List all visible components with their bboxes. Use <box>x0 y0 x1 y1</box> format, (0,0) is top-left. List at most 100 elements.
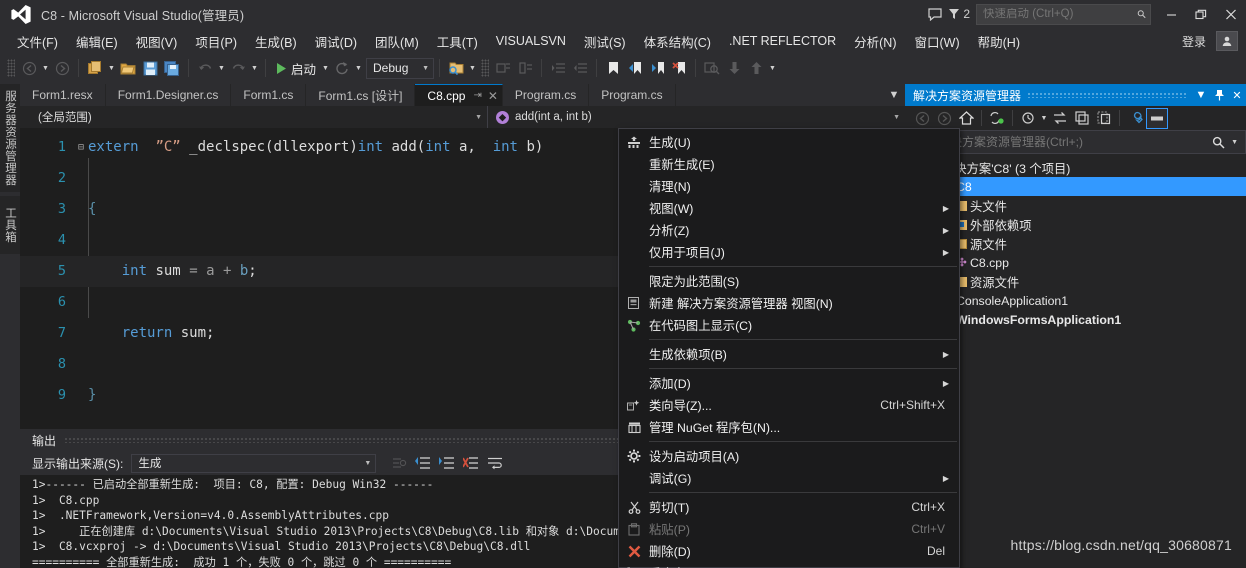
context-item-class-wizard[interactable]: 类向导(Z)... Ctrl+Shift+X <box>619 394 959 416</box>
clear-bookmarks-icon[interactable] <box>668 57 690 79</box>
context-item-delete[interactable]: 删除(D) Del <box>619 540 959 562</box>
show-all-files-icon[interactable] <box>1093 108 1115 129</box>
context-item-new-solution-explorer-view[interactable]: 新建 解决方案资源管理器 视图(N) <box>619 292 959 314</box>
sidebar-tab-toolbox[interactable]: 工具箱 <box>0 196 20 254</box>
context-item-project-only[interactable]: 仅用于项目(J) ▶ <box>619 241 959 263</box>
decrease-indent-icon[interactable] <box>569 57 591 79</box>
menu-debug[interactable]: 调试(D) <box>306 29 366 54</box>
find-in-files-icon[interactable] <box>445 57 467 79</box>
uncomment-selection-icon[interactable] <box>514 57 536 79</box>
context-item-view[interactable]: 视图(W) ▶ <box>619 197 959 219</box>
redo-icon[interactable] <box>227 57 249 79</box>
undo-icon[interactable] <box>194 57 216 79</box>
filter-dropdown-icon[interactable]: ▼ <box>1039 108 1049 129</box>
menu-net-reflector[interactable]: .NET REFLECTOR <box>720 31 845 51</box>
refresh-icon[interactable] <box>1049 108 1071 129</box>
menu-visualsvn[interactable]: VISUALSVN <box>487 31 575 51</box>
increase-indent-icon[interactable] <box>547 57 569 79</box>
scope-combo[interactable]: (全局范围) ▼ <box>20 106 488 128</box>
find-message-icon[interactable] <box>388 453 410 474</box>
step-down-icon[interactable] <box>723 57 745 79</box>
account-icon[interactable] <box>1216 31 1238 51</box>
save-icon[interactable] <box>139 57 161 79</box>
context-item-debug[interactable]: 调试(G) ▶ <box>619 467 959 489</box>
sync-with-active-document-icon[interactable] <box>986 108 1008 129</box>
close-button[interactable] <box>1216 0 1246 28</box>
forward-icon[interactable] <box>933 108 955 129</box>
tab-overflow-icon[interactable]: ▼ <box>883 84 905 106</box>
properties-icon[interactable] <box>1124 108 1146 129</box>
next-bookmark-icon[interactable] <box>646 57 668 79</box>
comment-selection-icon[interactable] <box>492 57 514 79</box>
new-project-dropdown-icon[interactable]: ▼ <box>106 57 117 79</box>
toggle-bookmark-icon[interactable] <box>602 57 624 79</box>
toolbar-grip[interactable] <box>481 59 490 77</box>
menu-architecture[interactable]: 体系结构(C) <box>635 29 720 54</box>
fold-toggle-icon[interactable]: ⊟ <box>74 132 88 163</box>
menu-help[interactable]: 帮助(H) <box>969 29 1029 54</box>
tab-c8-cpp[interactable]: C8.cpp ⇥ ✕ <box>415 84 503 106</box>
new-project-icon[interactable] <box>84 57 106 79</box>
preview-selected-items-icon[interactable] <box>1146 107 1168 129</box>
quick-launch-input[interactable] <box>983 8 1137 20</box>
menu-tools[interactable]: 工具(T) <box>428 29 487 54</box>
context-item-rebuild[interactable]: 重新生成(E) <box>619 153 959 175</box>
collapse-all-icon[interactable] <box>1071 108 1093 129</box>
restore-button[interactable] <box>1186 0 1216 28</box>
sidebar-tab-server-explorer[interactable]: 服务器资源管理器 <box>0 84 20 192</box>
open-file-icon[interactable] <box>117 57 139 79</box>
redo-dropdown-icon[interactable]: ▼ <box>249 57 260 79</box>
context-item-clean[interactable]: 清理(N) <box>619 175 959 197</box>
undo-dropdown-icon[interactable]: ▼ <box>216 57 227 79</box>
search-icon[interactable] <box>1212 136 1231 149</box>
output-source-combo[interactable]: 生成 ▼ <box>131 453 377 473</box>
quick-launch-box[interactable] <box>976 3 1151 25</box>
sign-in-button[interactable]: 登录 <box>1172 33 1216 50</box>
step-up-icon[interactable] <box>745 57 767 79</box>
menu-edit[interactable]: 编辑(E) <box>67 29 127 54</box>
save-all-icon[interactable] <box>161 57 183 79</box>
tab-program-cs-2[interactable]: Program.cs <box>589 84 676 106</box>
close-icon[interactable]: ✕ <box>1228 84 1246 106</box>
context-item-scope-to-this[interactable]: 限定为此范围(S) <box>619 270 959 292</box>
restart-icon[interactable] <box>331 57 353 79</box>
pending-changes-filter-icon[interactable] <box>1017 108 1039 129</box>
chevron-down-icon[interactable]: ▼ <box>1192 84 1210 106</box>
context-item-build[interactable]: 生成(U) <box>619 131 959 153</box>
find-symbol-icon[interactable] <box>701 57 723 79</box>
menu-analyze[interactable]: 分析(N) <box>845 29 905 54</box>
tab-form1-resx[interactable]: Form1.resx <box>20 84 106 106</box>
feedback-icon[interactable] <box>922 1 948 27</box>
menu-view[interactable]: 视图(V) <box>127 29 187 54</box>
menu-team[interactable]: 团队(M) <box>366 29 428 54</box>
clear-all-icon[interactable] <box>460 453 482 474</box>
toolbar-grip[interactable] <box>7 59 15 77</box>
context-item-analyze[interactable]: 分析(Z) ▶ <box>619 219 959 241</box>
navigate-forward-icon[interactable] <box>51 57 73 79</box>
back-icon[interactable] <box>911 108 933 129</box>
context-item-paste[interactable]: 粘贴(P) Ctrl+V <box>619 518 959 540</box>
tab-form1-cs[interactable]: Form1.cs <box>231 84 307 106</box>
menu-build[interactable]: 生成(B) <box>246 29 306 54</box>
notifications-button[interactable]: 2 <box>948 7 970 21</box>
pin-icon[interactable] <box>1210 84 1228 106</box>
start-debug-button[interactable]: 启动 <box>271 59 320 78</box>
previous-bookmark-icon[interactable] <box>624 57 646 79</box>
chevron-down-icon[interactable]: ▼ <box>1231 139 1245 146</box>
start-dropdown-icon[interactable]: ▼ <box>320 57 331 79</box>
tab-program-cs-1[interactable]: Program.cs <box>502 84 590 106</box>
back-dropdown-icon[interactable]: ▼ <box>40 57 51 79</box>
menu-project[interactable]: 项目(P) <box>186 29 246 54</box>
home-icon[interactable] <box>955 108 977 129</box>
context-item-build-dependencies[interactable]: 生成依赖项(B) ▶ <box>619 343 959 365</box>
toggle-wordwrap-icon[interactable] <box>484 453 506 474</box>
previous-message-icon[interactable] <box>412 453 434 474</box>
close-icon[interactable]: ✕ <box>488 89 498 103</box>
tab-form1-cs-design[interactable]: Form1.cs [设计] <box>306 84 416 106</box>
menu-window[interactable]: 窗口(W) <box>906 29 969 54</box>
solution-configuration-combo[interactable]: Debug ▼ <box>366 57 435 79</box>
toolbar-overflow-icon[interactable]: ▼ <box>767 57 778 79</box>
navigate-back-icon[interactable] <box>18 57 40 79</box>
tab-form1-designer-cs[interactable]: Form1.Designer.cs <box>105 84 232 106</box>
pin-icon[interactable]: ⇥ <box>473 90 481 101</box>
